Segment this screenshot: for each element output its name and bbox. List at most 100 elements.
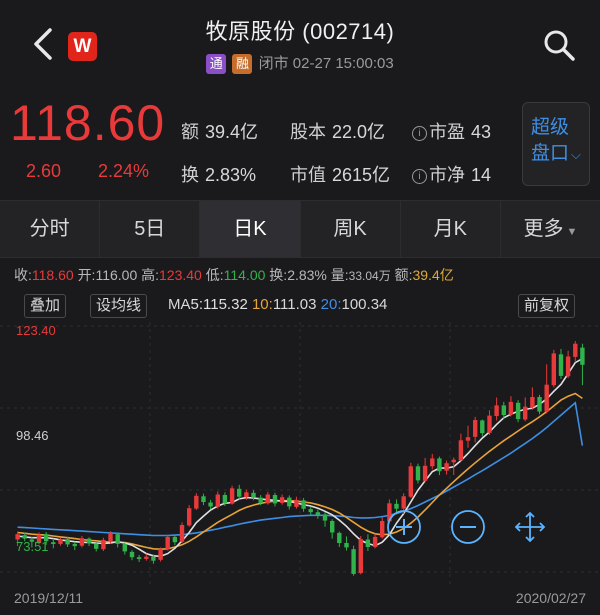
status-text: 闭市 02-27 15:00:03 [258, 55, 394, 72]
kline-chart[interactable]: 123.40 98.46 73.51 [0, 322, 600, 587]
zoom-in-button[interactable] [387, 510, 421, 544]
candle-body [172, 536, 178, 543]
candle-body [422, 465, 428, 481]
candle-body [187, 508, 192, 526]
candle-body [101, 539, 106, 550]
candle-body [122, 543, 127, 552]
candle-body [515, 402, 521, 420]
candle-body [165, 536, 170, 550]
candle-body [573, 343, 578, 357]
set-ma-button[interactable]: 设均线 [90, 294, 148, 318]
stat-pe[interactable]: i 市盈 43 [412, 118, 491, 144]
candle-body [430, 458, 435, 467]
candle-body [287, 497, 292, 507]
candle-body [480, 420, 485, 434]
candle-body [487, 415, 492, 433]
page-title: 牧原股份 (002714) [205, 19, 395, 44]
rong-badge: 融 [232, 54, 253, 75]
pan-button[interactable] [514, 511, 546, 543]
overlay-button[interactable]: 叠加 [24, 294, 67, 318]
candle-body [444, 463, 449, 471]
candle-body [530, 397, 535, 408]
candle-body [415, 466, 421, 481]
candle-body [136, 557, 142, 559]
y-axis-label: 73.51 [16, 539, 49, 554]
candle-body [358, 539, 363, 574]
info-low: 114.00 [223, 267, 266, 283]
candle-body [315, 512, 321, 515]
candle-body [201, 496, 206, 502]
chevron-down-icon: ⌵ [571, 147, 581, 162]
candle-body [580, 347, 585, 365]
info-open: 116.00 [95, 267, 138, 283]
candle-body [337, 532, 342, 543]
candle-body [565, 356, 571, 377]
candle-body [51, 542, 56, 544]
candle-body [558, 354, 564, 376]
y-axis-label: 98.46 [16, 428, 49, 443]
candle-body [194, 495, 199, 509]
tab-monthly-k[interactable]: 月K [401, 201, 501, 257]
candle-body [473, 420, 478, 437]
candle-body [179, 525, 185, 542]
super-label-2: 盘口 ⌵ [531, 143, 581, 164]
super-label-1: 超级 [531, 117, 570, 138]
candle-body [465, 437, 471, 441]
candle-body [351, 549, 356, 574]
candle-body [72, 543, 77, 547]
tab-5day[interactable]: 5日 [100, 201, 201, 257]
adjust-mode-button[interactable]: 前复权 [518, 294, 576, 318]
candle-body [144, 556, 149, 559]
search-button[interactable] [542, 28, 576, 62]
candle-body [372, 536, 378, 547]
candle-body [208, 502, 213, 507]
candle-body [344, 543, 349, 548]
candle-body [215, 494, 220, 507]
tab-weekly-k[interactable]: 周K [301, 201, 401, 257]
candle-body [58, 539, 63, 544]
candle-body [523, 406, 528, 420]
market-status: 通 融 闭市 02-27 15:00:03 [0, 52, 600, 75]
tab-daily-k[interactable]: 日K [200, 201, 301, 257]
stat-pb[interactable]: i 市净 14 [412, 161, 491, 187]
stat-turnover: 换 2.83% [181, 165, 257, 185]
candle-body [158, 549, 163, 560]
candle-body [86, 538, 92, 544]
candle-body [494, 405, 499, 416]
candle-body [380, 521, 385, 538]
caret-down-icon: ▼ [566, 226, 578, 238]
ohlc-info-bar: 收:118.60 开:116.00 高:123.40 低:114.00 换:2.… [14, 267, 454, 283]
candle-body [151, 556, 156, 561]
candle-body [551, 353, 556, 386]
candle-body [115, 534, 120, 544]
candle-body [458, 440, 464, 461]
candle-body [222, 495, 228, 504]
candle-body [408, 466, 413, 497]
header: W 牧原股份 (002714) 通 融 闭市 02-27 15:00:03 [0, 0, 600, 84]
candle-body [501, 405, 506, 416]
candle-body [272, 495, 278, 504]
ma-values: MA5:115.32 10:111.03 20:100.34 [168, 296, 388, 313]
candle-body [537, 397, 542, 412]
tab-intraday[interactable]: 分时 [0, 201, 101, 257]
search-icon [544, 30, 575, 61]
candle-body [365, 539, 371, 547]
candle-body [129, 551, 135, 558]
zoom-out-button[interactable] [451, 510, 485, 544]
candle-body [94, 543, 99, 549]
current-price: 118.60 [10, 95, 166, 151]
y-axis-label: 123.40 [16, 323, 56, 338]
candle-body [265, 494, 270, 504]
info-volume: 33.04万 [348, 269, 391, 283]
super-order-book-button[interactable]: 超级 盘口 ⌵ [522, 102, 590, 186]
quote-panel: 118.60 2.60 2.24% 额 39.4亿 股本 22.0亿 i 市盈 43 换… [0, 84, 600, 199]
tab-more[interactable]: 更多 ▼ [501, 201, 600, 257]
move-icon [514, 511, 546, 543]
candle-body [294, 499, 299, 507]
candle-body [229, 488, 235, 504]
candle-body [251, 492, 256, 498]
info-icon: i [412, 126, 427, 141]
info-high: 123.40 [159, 267, 202, 283]
candle-body [79, 538, 85, 546]
candle-body [301, 500, 306, 509]
